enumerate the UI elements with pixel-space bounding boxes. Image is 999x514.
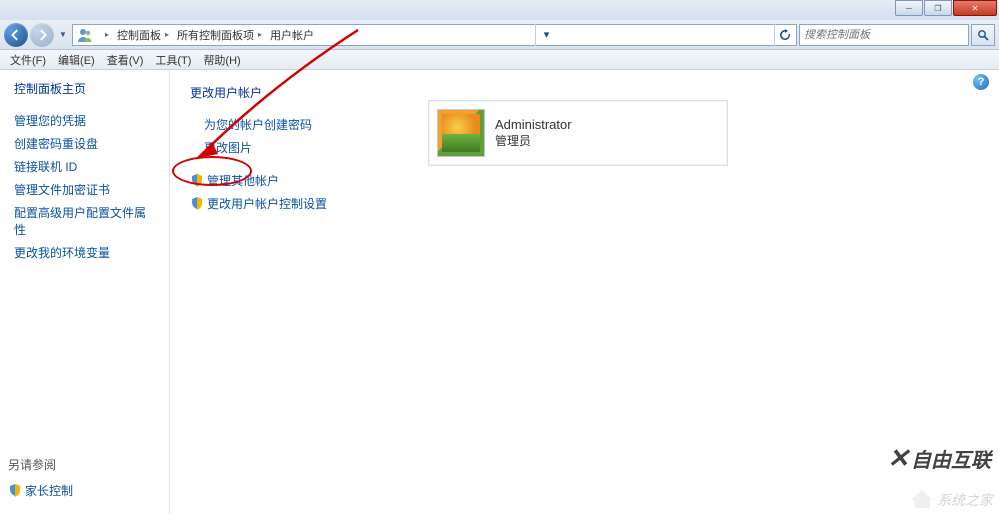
search-button[interactable] xyxy=(971,24,995,46)
address-dropdown[interactable]: ▾ xyxy=(535,24,557,46)
close-button[interactable]: ✕ xyxy=(953,0,997,16)
account-card[interactable]: Administrator 管理员 xyxy=(428,100,728,166)
control-panel-home-link[interactable]: 控制面板主页 xyxy=(8,80,161,97)
breadcrumb-seg-1[interactable]: 控制面板▸ xyxy=(113,25,173,45)
sidebar-link-reset-disk[interactable]: 创建密码重设盘 xyxy=(8,132,161,155)
breadcrumb-label: 控制面板 xyxy=(117,27,161,43)
account-name: Administrator xyxy=(495,117,572,132)
watermark-2: 系统之家 xyxy=(911,490,993,510)
shield-icon xyxy=(190,173,204,187)
menu-edit[interactable]: 编辑(E) xyxy=(52,50,101,70)
user-accounts-icon xyxy=(77,27,93,43)
history-dropdown[interactable]: ▼ xyxy=(56,26,70,44)
watermark-1: ✕自由互联 xyxy=(887,443,991,474)
restore-button[interactable]: ❐ xyxy=(924,0,952,16)
account-type: 管理员 xyxy=(495,132,572,149)
titlebar: ─ ❐ ✕ xyxy=(0,0,999,20)
see-also-label: 另请参阅 xyxy=(8,456,79,473)
link-manage-other-accounts[interactable]: 管理其他帐户 xyxy=(190,169,979,192)
link-label: 管理其他帐户 xyxy=(207,174,279,188)
sidebar: 控制面板主页 管理您的凭据 创建密码重设盘 链接联机 ID 管理文件加密证书 配… xyxy=(0,70,170,514)
minimize-button[interactable]: ─ xyxy=(895,0,923,16)
breadcrumb-label: 所有控制面板项 xyxy=(177,27,254,43)
avatar xyxy=(437,109,485,157)
sidebar-link-label: 家长控制 xyxy=(25,484,73,498)
shield-icon xyxy=(8,483,22,497)
link-uac-settings[interactable]: 更改用户帐户控制设置 xyxy=(190,192,979,215)
forward-button[interactable] xyxy=(30,23,54,47)
address-bar[interactable]: ▸ 控制面板▸ 所有控制面板项▸ 用户帐户 ▾ xyxy=(72,24,797,46)
breadcrumb-label: 用户帐户 xyxy=(270,27,314,43)
search-box[interactable] xyxy=(799,24,969,46)
menu-tools[interactable]: 工具(T) xyxy=(149,50,197,70)
sidebar-link-parental[interactable]: 家长控制 xyxy=(8,479,79,502)
breadcrumb-seg-0[interactable]: ▸ xyxy=(97,25,113,45)
navigation-row: ▼ ▸ 控制面板▸ 所有控制面板项▸ 用户帐户 ▾ xyxy=(0,20,999,50)
body: 控制面板主页 管理您的凭据 创建密码重设盘 链接联机 ID 管理文件加密证书 配… xyxy=(0,70,999,514)
back-button[interactable] xyxy=(4,23,28,47)
shield-icon xyxy=(190,196,204,210)
breadcrumb-seg-3[interactable]: 用户帐户 xyxy=(266,25,318,45)
page-title: 更改用户帐户 xyxy=(190,84,979,101)
sidebar-link-encrypt-cert[interactable]: 管理文件加密证书 xyxy=(8,178,161,201)
search-input[interactable] xyxy=(804,29,964,41)
account-text: Administrator 管理员 xyxy=(495,117,572,149)
link-label: 更改用户帐户控制设置 xyxy=(207,197,327,211)
menu-file[interactable]: 文件(F) xyxy=(4,50,52,70)
sidebar-link-adv-profile[interactable]: 配置高级用户配置文件属性 xyxy=(8,201,161,241)
sidebar-link-online-id[interactable]: 链接联机 ID xyxy=(8,155,161,178)
help-icon[interactable]: ? xyxy=(973,74,989,90)
breadcrumb-seg-2[interactable]: 所有控制面板项▸ xyxy=(173,25,266,45)
main-content: 更改用户帐户 为您的帐户创建密码 更改图片 管理其他帐户 更改用户帐户控制设置 … xyxy=(170,70,999,514)
sidebar-link-credentials[interactable]: 管理您的凭据 xyxy=(8,109,161,132)
menu-help[interactable]: 帮助(H) xyxy=(197,50,246,70)
refresh-button[interactable] xyxy=(774,24,796,46)
sidebar-link-env-vars[interactable]: 更改我的环境变量 xyxy=(8,241,161,264)
menu-bar: 文件(F) 编辑(E) 查看(V) 工具(T) 帮助(H) xyxy=(0,50,999,70)
menu-view[interactable]: 查看(V) xyxy=(101,50,150,70)
